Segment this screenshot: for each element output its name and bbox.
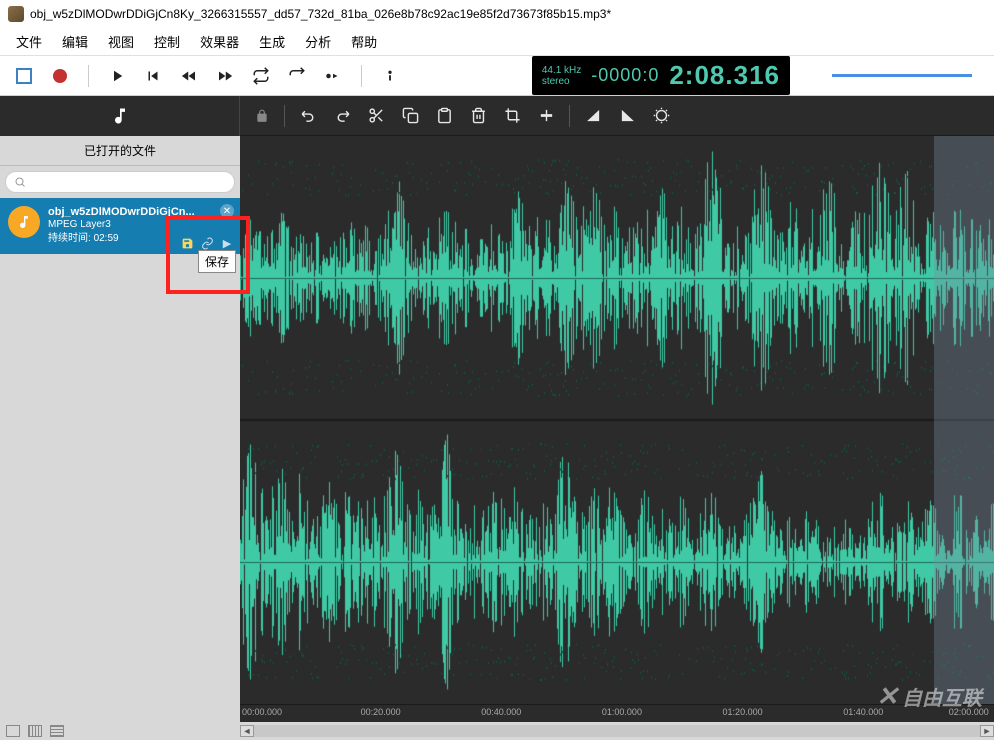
play-button[interactable] bbox=[105, 64, 129, 88]
ruler-tick: 01:40.000 bbox=[843, 707, 883, 717]
file-duration: 02:59 bbox=[94, 233, 119, 244]
ruler-tick: 01:20.000 bbox=[723, 707, 763, 717]
sidebar-search-wrap bbox=[0, 166, 240, 198]
menu-effects[interactable]: 效果器 bbox=[192, 29, 247, 54]
save-tooltip: 保存 bbox=[198, 250, 236, 273]
file-format: MPEG Layer3 bbox=[8, 218, 232, 232]
horizontal-scrollbar[interactable] bbox=[254, 725, 980, 737]
menu-control[interactable]: 控制 bbox=[146, 29, 188, 54]
play-item-icon[interactable]: ▶ bbox=[220, 236, 234, 250]
editor-panel: 00:00.000 00:20.000 00:40.000 01:00.000 … bbox=[240, 96, 994, 722]
ruler-tick: 00:00.000 bbox=[242, 707, 282, 717]
app-icon bbox=[8, 6, 24, 22]
undo-button[interactable] bbox=[295, 103, 321, 129]
lock-icon bbox=[250, 109, 274, 123]
save-file-icon[interactable] bbox=[180, 236, 194, 250]
sidebar: 已打开的文件 obj_w5zDlMODwrDDiGjCn... MPEG Lay… bbox=[0, 96, 240, 722]
time-display: 44.1 kHz stereo -0000:0 2:08.316 bbox=[532, 56, 790, 95]
time-ruler[interactable]: 00:00.000 00:20.000 00:40.000 01:00.000 … bbox=[240, 704, 994, 722]
cut-button[interactable] bbox=[363, 103, 389, 129]
file-name: obj_w5zDlMODwrDDiGjCn... bbox=[48, 206, 232, 218]
loop-button[interactable] bbox=[249, 64, 273, 88]
ruler-tick: 02:00.000 bbox=[949, 707, 989, 717]
audio-format-info: 44.1 kHz stereo bbox=[542, 65, 581, 87]
file-duration-label: 持续时间: bbox=[48, 233, 91, 244]
paste-button[interactable] bbox=[431, 103, 457, 129]
skip-start-button[interactable] bbox=[141, 64, 165, 88]
sidebar-header: 已打开的文件 bbox=[0, 136, 240, 166]
ruler-tick: 00:20.000 bbox=[361, 707, 401, 717]
info-button[interactable] bbox=[378, 64, 402, 88]
view-mode-3-button[interactable] bbox=[50, 725, 64, 737]
ruler-tick: 01:00.000 bbox=[602, 707, 642, 717]
transport-toolbar: 44.1 kHz stereo -0000:0 2:08.316 bbox=[0, 56, 994, 96]
crop-button[interactable] bbox=[499, 103, 525, 129]
fade-out-button[interactable] bbox=[614, 103, 640, 129]
level-meter bbox=[832, 74, 972, 77]
separator bbox=[361, 65, 362, 87]
forward-button[interactable] bbox=[213, 64, 237, 88]
stop-button[interactable] bbox=[12, 64, 36, 88]
editor-toolbar bbox=[240, 96, 994, 136]
sample-rate: 44.1 kHz bbox=[542, 65, 581, 76]
menu-edit[interactable]: 编辑 bbox=[54, 29, 96, 54]
view-mode-2-button[interactable] bbox=[28, 725, 42, 737]
separator bbox=[88, 65, 89, 87]
window-title: obj_w5zDlMODwrDDiGjCn8Ky_3266315557_dd57… bbox=[30, 7, 611, 21]
menu-help[interactable]: 帮助 bbox=[343, 29, 385, 54]
settings-button[interactable] bbox=[648, 103, 674, 129]
menu-analyze[interactable]: 分析 bbox=[297, 29, 339, 54]
sidebar-tab-files[interactable] bbox=[0, 96, 240, 136]
file-list-item[interactable]: obj_w5zDlMODwrDDiGjCn... MPEG Layer3 持续时… bbox=[0, 198, 240, 254]
channels: stereo bbox=[542, 76, 581, 87]
separator bbox=[284, 105, 285, 127]
rewind-button[interactable] bbox=[177, 64, 201, 88]
menu-generate[interactable]: 生成 bbox=[251, 29, 293, 54]
main-area: 已打开的文件 obj_w5zDlMODwrDDiGjCn... MPEG Lay… bbox=[0, 96, 994, 722]
menu-file[interactable]: 文件 bbox=[8, 29, 50, 54]
title-bar: obj_w5zDlMODwrDDiGjCn8Ky_3266315557_dd57… bbox=[0, 0, 994, 28]
record-mode-button[interactable] bbox=[321, 64, 345, 88]
menu-view[interactable]: 视图 bbox=[100, 29, 142, 54]
fade-in-button[interactable] bbox=[580, 103, 606, 129]
waveform-canvas[interactable] bbox=[240, 136, 994, 704]
time-main: 2:08.316 bbox=[669, 60, 780, 91]
close-file-button[interactable]: ✕ bbox=[220, 204, 234, 218]
view-mode-1-button[interactable] bbox=[6, 725, 20, 737]
search-input[interactable] bbox=[5, 171, 235, 193]
scroll-right-button[interactable]: ► bbox=[980, 725, 994, 737]
redo-button[interactable] bbox=[329, 103, 355, 129]
separator bbox=[569, 105, 570, 127]
time-prefix: -0000:0 bbox=[591, 65, 659, 86]
record-button[interactable] bbox=[48, 64, 72, 88]
ruler-tick: 00:40.000 bbox=[481, 707, 521, 717]
file-actions: ▶ bbox=[180, 236, 234, 250]
waveform-area[interactable] bbox=[240, 136, 994, 704]
bottom-bar: ◄ ► bbox=[0, 722, 994, 740]
music-file-icon bbox=[8, 206, 40, 238]
trim-button[interactable] bbox=[533, 103, 559, 129]
copy-button[interactable] bbox=[397, 103, 423, 129]
search-icon bbox=[14, 176, 26, 188]
link-icon[interactable] bbox=[200, 236, 214, 250]
loop-selection-button[interactable] bbox=[285, 64, 309, 88]
scroll-left-button[interactable]: ◄ bbox=[240, 725, 254, 737]
menu-bar: 文件 编辑 视图 控制 效果器 生成 分析 帮助 bbox=[0, 28, 994, 56]
delete-button[interactable] bbox=[465, 103, 491, 129]
